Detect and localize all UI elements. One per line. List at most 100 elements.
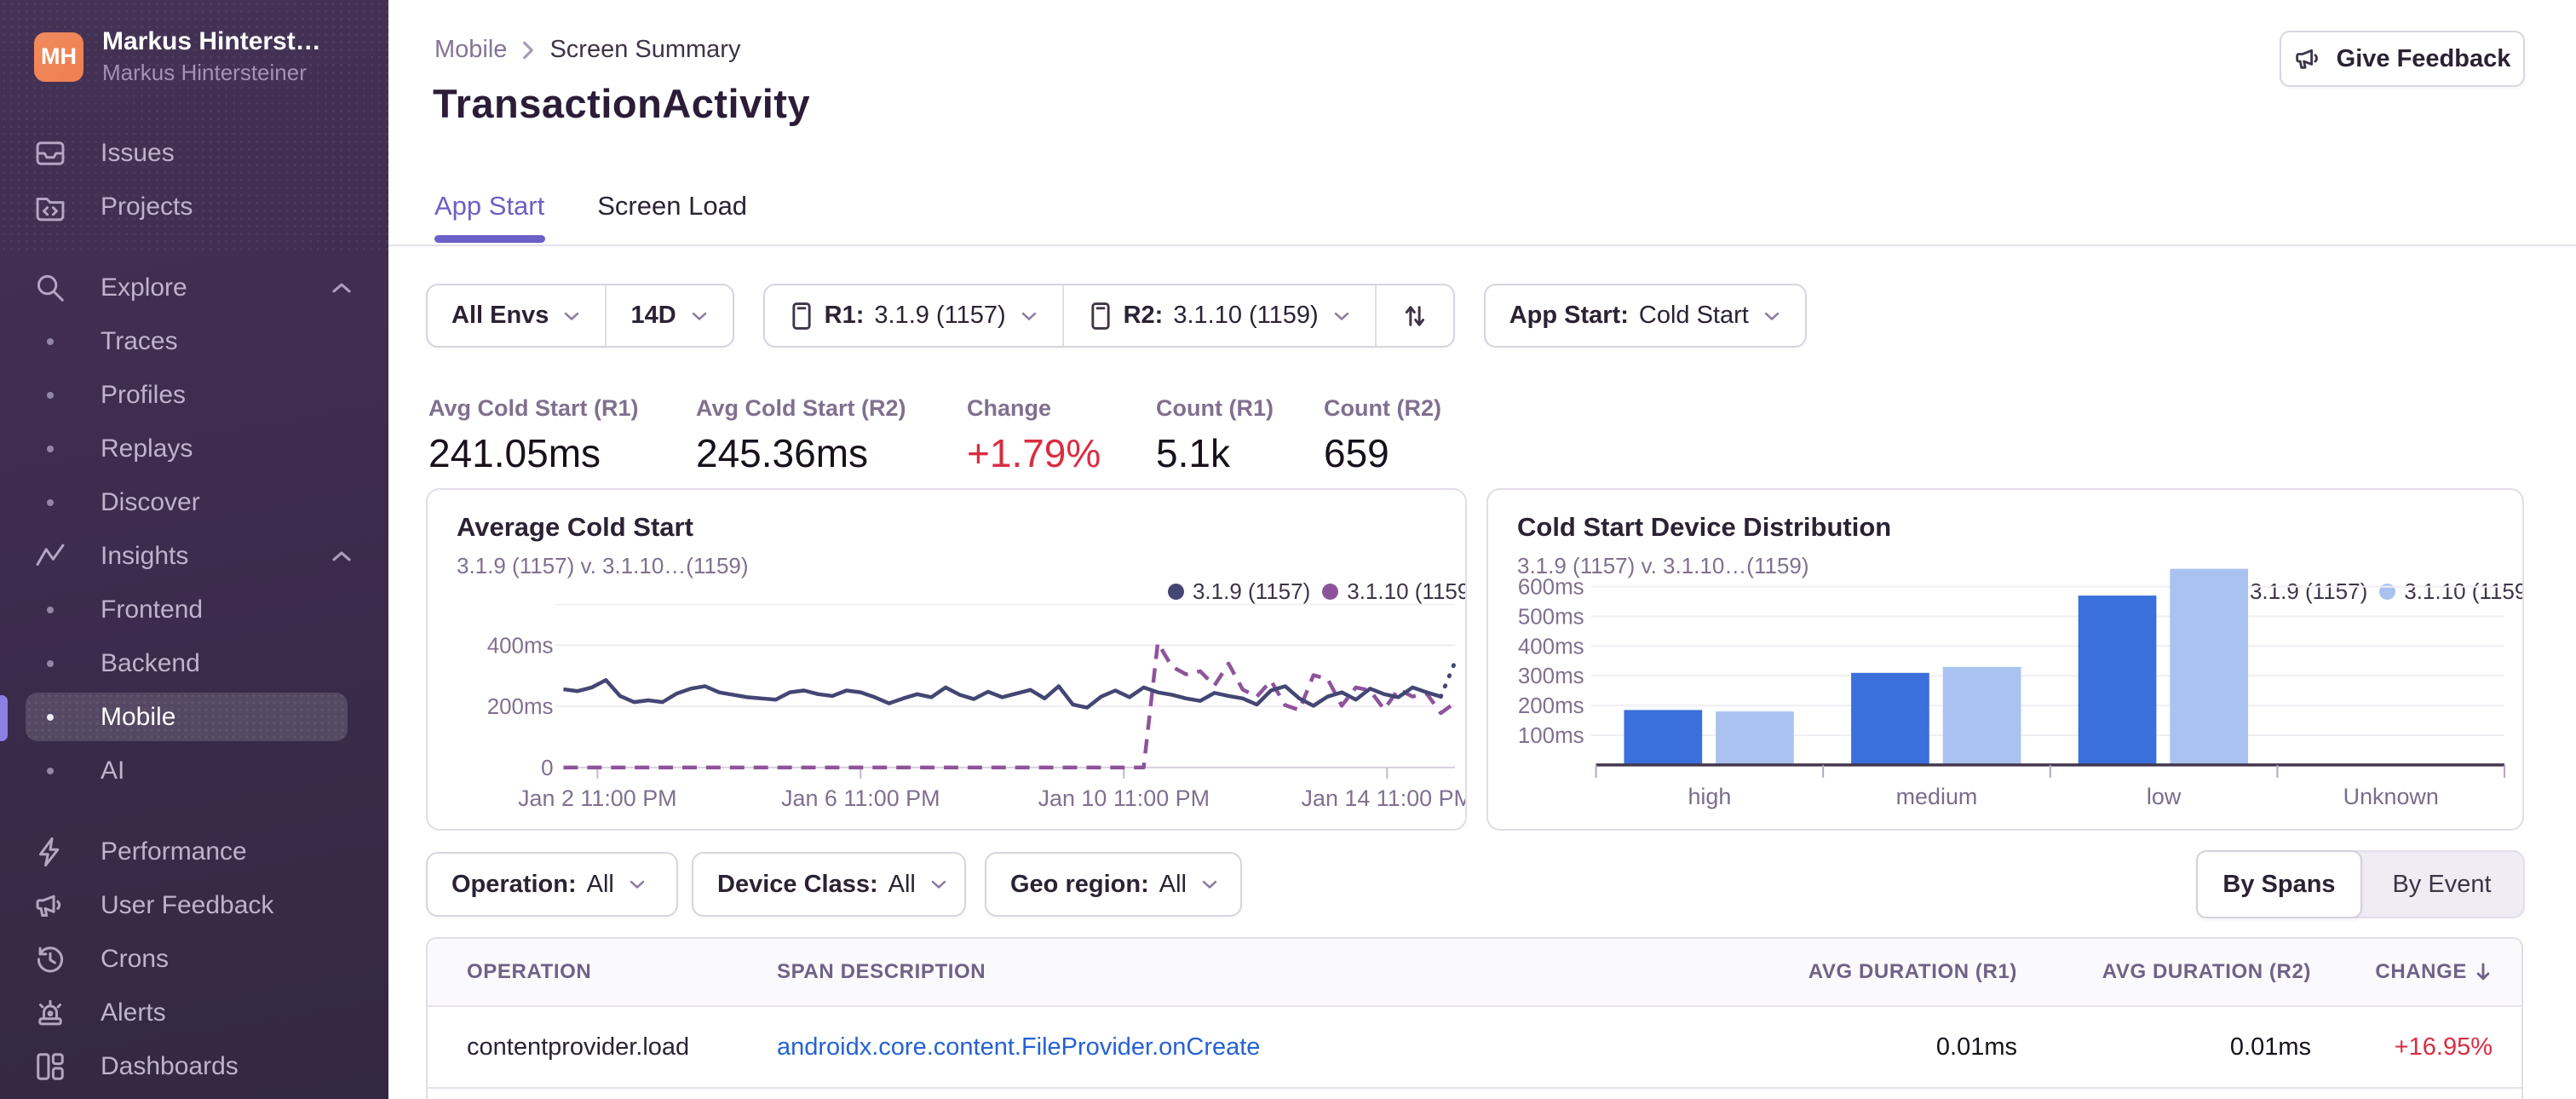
app-root: MH Markus Hinterst… Markus Hintersteiner… (0, 0, 2576, 1099)
sidebar-item-discover[interactable]: Discover (0, 475, 388, 529)
line-chart-plot[interactable]: 0 200ms 400ms Jan 2 11:00 PM Jan 6 11:00 PM J… (428, 490, 1465, 831)
release-r1-selector[interactable]: R1: 3.1.9 (1157) (765, 285, 1062, 346)
swap-releases-button[interactable] (1377, 285, 1453, 346)
stat-count-r1: Count (R1) 5.1k (1156, 395, 1274, 476)
app-start-value: Cold Start (1638, 302, 1749, 329)
bullet-icon (0, 659, 101, 667)
bullet-icon (0, 498, 101, 506)
active-item-indicator (0, 695, 8, 741)
sidebar-item-label: Traces (101, 326, 178, 355)
give-feedback-button[interactable]: Give Feedback (2280, 31, 2525, 87)
operation-filter[interactable]: Operation: All (426, 852, 678, 917)
svg-text:200ms: 200ms (1518, 694, 1584, 718)
page-title: TransactionActivity (433, 81, 811, 126)
swap-arrows-icon (1400, 301, 1429, 331)
span-description-link[interactable]: androidx.core.content.FileProvider.onCre… (777, 1033, 1260, 1061)
chevron-down-icon (1762, 310, 1781, 322)
sidebar-nav: Issues Projects Explore Traces Profiles … (0, 126, 388, 1099)
column-header-change[interactable]: CHANGE (2311, 960, 2521, 984)
env-filter[interactable]: All Envs (428, 285, 605, 346)
svg-text:300ms: 300ms (1518, 665, 1584, 688)
sidebar-item-dashboards[interactable]: Dashboards (0, 1039, 388, 1093)
sidebar-item-user-feedback[interactable]: User Feedback (0, 878, 388, 932)
device-class-filter-label: Device Class: (717, 870, 878, 898)
column-header-operation[interactable]: OPERATION (428, 960, 777, 984)
chevron-down-icon (628, 878, 647, 890)
lightning-icon (0, 836, 101, 868)
column-header-span-description[interactable]: SPAN DESCRIPTION (777, 960, 1629, 984)
toggle-by-spans[interactable]: By Spans (2196, 850, 2362, 918)
chevron-down-icon (929, 878, 948, 890)
chevron-up-icon (331, 281, 353, 295)
table-header: OPERATION SPAN DESCRIPTION AVG DURATION … (428, 939, 2521, 1007)
sidebar-item-crons[interactable]: Crons (0, 932, 388, 986)
user-subtitle: Markus Hintersteiner (102, 60, 307, 85)
svg-text:Jan 6 11:00 PM: Jan 6 11:00 PM (781, 785, 940, 811)
sidebar-item-ai[interactable]: AI (0, 744, 388, 797)
sidebar-item-label: Issues (101, 138, 175, 167)
sidebar-item-insights[interactable]: Insights (0, 529, 388, 583)
sidebar-item-frontend[interactable]: Frontend (0, 583, 388, 636)
stat-value: 659 (1324, 431, 1389, 475)
table-row[interactable]: contentprovider.load androidx.core.conte… (428, 1007, 2521, 1089)
device-class-filter[interactable]: Device Class: All (692, 852, 966, 917)
svg-text:100ms: 100ms (1518, 724, 1584, 748)
geo-region-filter[interactable]: Geo region: All (985, 852, 1242, 917)
bullet-icon (0, 337, 101, 345)
column-header-avg-duration-r1[interactable]: AVG DURATION (R1) (1629, 960, 2017, 984)
r1-label: R1: (824, 302, 865, 329)
breadcrumb-screen-summary: Screen Summary (549, 36, 741, 63)
toggle-by-event[interactable]: By Event (2360, 852, 2523, 917)
dashboards-icon (0, 1050, 101, 1083)
sidebar-item-releases[interactable]: Releases (0, 1093, 388, 1099)
stat-avg-cold-start-r1: Avg Cold Start (R1) 241.05ms (428, 395, 639, 476)
r2-value: 3.1.10 (1159) (1173, 302, 1319, 329)
breadcrumb-mobile[interactable]: Mobile (434, 36, 507, 64)
sidebar-item-profiles[interactable]: Profiles (0, 368, 388, 422)
bar-chart-plot[interactable]: 100ms 200ms 300ms 400ms 500ms 600ms high medium… (1488, 490, 2522, 831)
chevron-down-icon (690, 310, 709, 322)
svg-text:Jan 2 11:00 PM: Jan 2 11:00 PM (518, 785, 676, 811)
sidebar-item-replays[interactable]: Replays (0, 422, 388, 475)
app-start-type-selector[interactable]: App Start: Cold Start (1486, 285, 1805, 346)
breadcrumb: Mobile Screen Summary (434, 36, 740, 64)
sidebar-item-label: Performance (101, 837, 247, 866)
siren-icon (0, 997, 101, 1029)
sort-arrow-down-icon (2474, 961, 2493, 983)
column-header-avg-duration-r2[interactable]: AVG DURATION (R2) (2017, 960, 2311, 984)
release-r2-selector[interactable]: R2: 3.1.10 (1159) (1064, 285, 1375, 346)
svg-text:high: high (1688, 784, 1731, 809)
app-start-label: App Start: (1509, 302, 1629, 329)
stat-label: Count (R1) (1156, 395, 1274, 421)
sidebar-item-projects[interactable]: Projects (0, 180, 388, 233)
projects-icon (0, 191, 101, 223)
sidebar-item-traces[interactable]: Traces (0, 314, 388, 368)
chevron-down-icon (562, 310, 581, 322)
tab-app-start[interactable]: App Start (434, 191, 544, 242)
date-range-filter[interactable]: 14D (607, 285, 732, 346)
change-column-label: CHANGE (2375, 960, 2467, 983)
tab-screen-load[interactable]: Screen Load (597, 191, 747, 242)
megaphone-icon (2294, 44, 2323, 73)
device-distribution-chart-card: Cold Start Device Distribution 3.1.9 (11… (1486, 488, 2524, 831)
spans-table: OPERATION SPAN DESCRIPTION AVG DURATION … (426, 937, 2523, 1099)
stat-change: Change +1.79% (967, 395, 1101, 476)
geo-region-filter-label: Geo region: (1010, 870, 1149, 898)
avatar: MH (34, 32, 83, 82)
sidebar-item-issues[interactable]: Issues (0, 126, 388, 180)
sidebar-item-label: Replays (101, 434, 193, 463)
stat-count-r2: Count (R2) 659 (1324, 395, 1441, 476)
sidebar-item-alerts[interactable]: Alerts (0, 986, 388, 1039)
svg-text:400ms: 400ms (1518, 635, 1584, 659)
sidebar-item-performance[interactable]: Performance (0, 825, 388, 878)
sidebar: MH Markus Hinterst… Markus Hintersteiner… (0, 0, 388, 1099)
megaphone-icon (0, 889, 101, 922)
sidebar-item-backend[interactable]: Backend (0, 636, 388, 690)
sidebar-item-explore[interactable]: Explore (0, 261, 388, 314)
bullet-icon (0, 713, 101, 721)
chevron-down-icon (1200, 878, 1219, 890)
device-class-filter-value: All (888, 870, 916, 898)
sidebar-item-mobile[interactable]: Mobile (0, 690, 388, 744)
user-menu[interactable]: MH Markus Hinterst… Markus Hintersteiner (34, 27, 371, 86)
main-content: Mobile Screen Summary Give Feedback Tran… (388, 0, 2576, 1099)
